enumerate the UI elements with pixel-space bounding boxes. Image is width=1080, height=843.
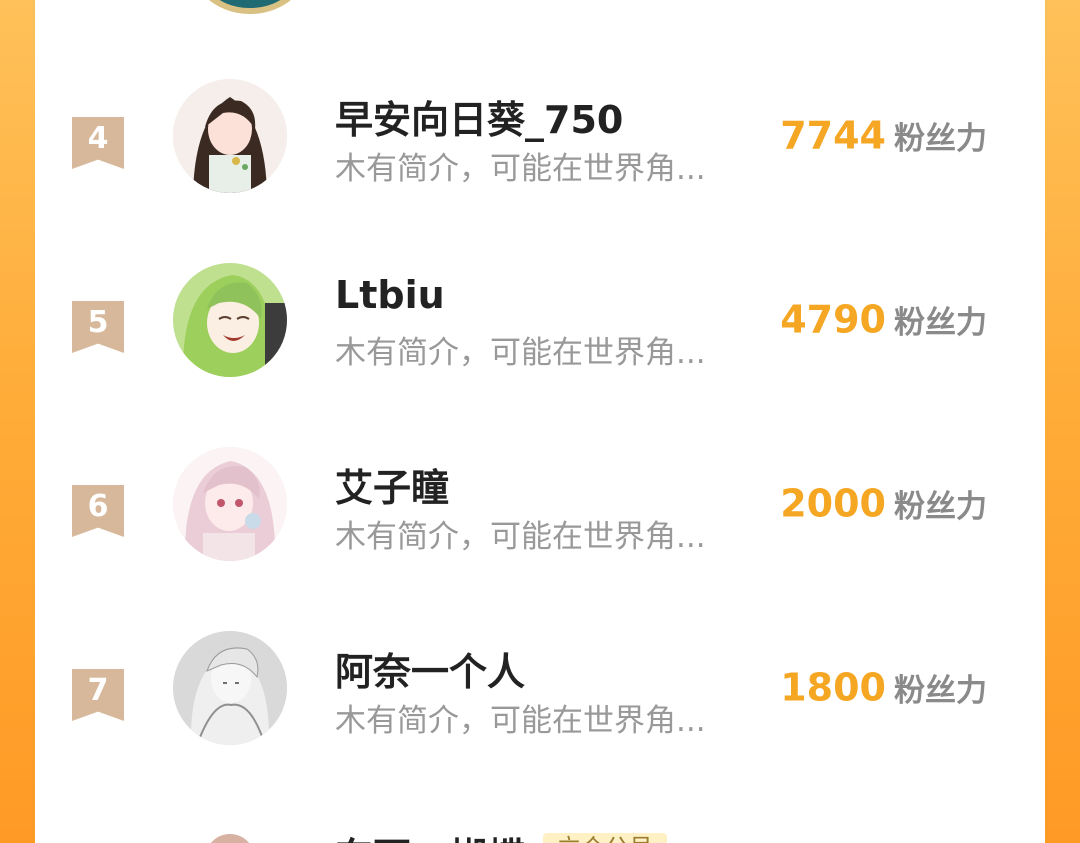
fans-count: 4790: [780, 297, 886, 342]
fans-label: 粉丝力: [894, 121, 987, 157]
fans-label: 粉丝力: [894, 305, 987, 341]
user-avatar[interactable]: [173, 631, 287, 745]
ranking-card: 4 早安向日葵_750 木有简介，可能在世界角... 7744 粉丝力 5 Lt…: [35, 0, 1045, 843]
user-tag-badge: 立个公号: [543, 833, 667, 843]
fans-label: 粉丝力: [894, 673, 987, 709]
ranking-row[interactable]: 6 艾子瞳 木有简介，可能在世界角... 2000 粉丝力: [35, 447, 1045, 631]
user-bio: 木有简介，可能在世界角...: [335, 519, 706, 555]
fans-score: 7744 粉丝力: [780, 113, 987, 158]
ranking-row-partial[interactable]: 东西一蝴蝶 立个公号: [35, 826, 1045, 843]
previous-user-avatar[interactable]: [185, 0, 315, 14]
ranking-row[interactable]: 7 阿奈一个人 木有简介，可能在世界角... 1800 粉丝力: [35, 631, 1045, 815]
fans-label: 粉丝力: [894, 489, 987, 525]
user-name[interactable]: Ltbiu: [335, 273, 445, 317]
fans-count: 2000: [780, 481, 886, 526]
rank-badge: 4: [72, 117, 124, 169]
user-avatar[interactable]: [173, 79, 287, 193]
fans-score: 4790 粉丝力: [780, 297, 987, 342]
rank-badge: 6: [72, 485, 124, 537]
user-avatar[interactable]: [173, 263, 287, 377]
ranking-row[interactable]: 4 早安向日葵_750 木有简介，可能在世界角... 7744 粉丝力: [35, 79, 1045, 263]
user-name[interactable]: 早安向日葵_750: [335, 89, 623, 144]
user-avatar[interactable]: [205, 834, 255, 843]
rank-badge: 5: [72, 301, 124, 353]
fans-score: 2000 粉丝力: [780, 481, 987, 526]
user-bio: 木有简介，可能在世界角...: [335, 703, 706, 739]
user-bio: 木有简介，可能在世界角...: [335, 151, 706, 187]
fans-count: 7744: [780, 113, 886, 158]
fans-score: 1800 粉丝力: [780, 665, 987, 710]
ranking-row[interactable]: 5 Ltbiu 木有简介，可能在世界角... 4790 粉丝力: [35, 263, 1045, 447]
user-name[interactable]: 阿奈一个人: [335, 641, 525, 696]
user-name[interactable]: 东西一蝴蝶: [335, 826, 525, 843]
fans-count: 1800: [780, 665, 886, 710]
user-name[interactable]: 艾子瞳: [335, 457, 449, 512]
user-bio: 木有简介，可能在世界角...: [335, 335, 706, 371]
rank-badge: 7: [72, 669, 124, 721]
user-avatar[interactable]: [173, 447, 287, 561]
